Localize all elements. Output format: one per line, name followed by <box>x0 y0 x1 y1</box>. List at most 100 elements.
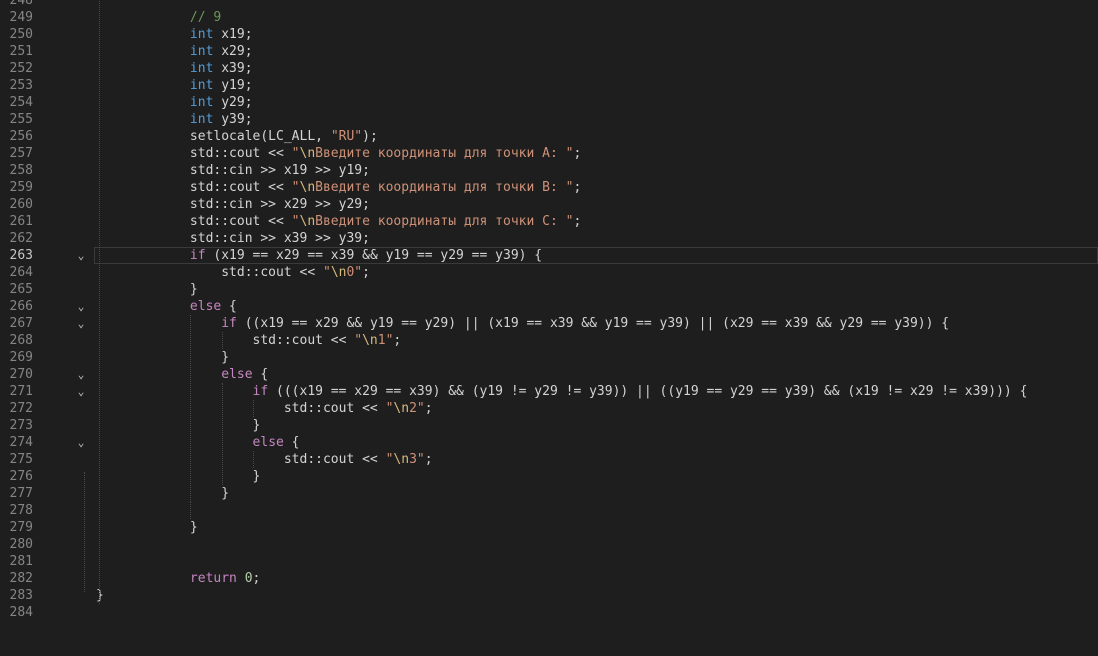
code-line[interactable]: 264 std::cout << "\n0"; <box>0 264 1098 281</box>
code-token: Введите координаты для точки B: " <box>315 180 574 195</box>
line-number: 275 <box>9 452 33 467</box>
line-number: 284 <box>9 605 33 620</box>
line-number: 265 <box>9 282 33 297</box>
code-text: int x39; <box>96 60 253 77</box>
code-line[interactable]: 272 std::cout << "\n2"; <box>0 400 1098 417</box>
code-line[interactable]: 251 int x29; <box>0 43 1098 60</box>
line-number: 271 <box>9 384 33 399</box>
fold-chevron-icon[interactable]: ⌄ <box>74 315 88 332</box>
code-token: int <box>189 78 214 93</box>
code-line[interactable]: 273 } <box>0 417 1098 434</box>
code-line[interactable]: 258 std::cin >> x19 >> y19; <box>0 162 1098 179</box>
indent-guide <box>190 502 191 519</box>
line-number: 263 <box>9 248 33 263</box>
line-number: 267 <box>9 316 33 331</box>
line-number: 255 <box>9 112 33 127</box>
code-line[interactable]: 280 <box>0 536 1098 553</box>
code-token: // 9 <box>96 10 222 25</box>
code-token: int <box>189 44 214 59</box>
code-line[interactable]: 255 int y39; <box>0 111 1098 128</box>
code-line[interactable]: 252 int x39; <box>0 60 1098 77</box>
code-token: \n <box>330 265 347 280</box>
code-text: int y39; <box>96 111 253 128</box>
code-line[interactable]: 283} <box>0 587 1098 604</box>
code-line[interactable]: 267 ⌄ if ((x19 == x29 && y19 == y29) || (… <box>0 315 1098 332</box>
line-number: 279 <box>9 520 33 535</box>
indent-guide <box>253 451 254 468</box>
code-line[interactable]: 277 } <box>0 485 1098 502</box>
code-token: std::cin >> x39 >> y39; <box>96 231 370 246</box>
fold-chevron-icon[interactable]: ⌄ <box>74 298 88 315</box>
code-token: std::cin >> x29 >> y29; <box>96 197 370 212</box>
code-text: if (x19 == x29 == x39 && y19 == y29 == y… <box>96 247 542 264</box>
code-line[interactable]: 263 ⌄ if (x19 == x29 == x39 && y19 == y29… <box>0 247 1098 264</box>
line-number: 268 <box>9 333 33 348</box>
code-text: int x19; <box>96 26 253 43</box>
code-line[interactable]: 274 ⌄ else { <box>0 434 1098 451</box>
code-token: ; <box>393 333 402 348</box>
fold-chevron-icon[interactable]: ⌄ <box>74 247 88 264</box>
code-line[interactable]: 249 // 9 <box>0 9 1098 26</box>
code-token: std::cout << <box>96 265 323 280</box>
fold-chevron-icon[interactable]: ⌄ <box>74 366 88 383</box>
fold-chevron-icon[interactable]: ⌄ <box>74 383 88 400</box>
code-line[interactable]: 276 } <box>0 468 1098 485</box>
code-token: 0" <box>346 265 363 280</box>
line-number: 283 <box>9 588 33 603</box>
code-token: " <box>354 333 363 348</box>
line-number: 254 <box>9 95 33 110</box>
code-token: { <box>221 299 237 314</box>
code-token: std::cout << <box>96 180 292 195</box>
code-token: y29; <box>213 95 253 110</box>
code-line[interactable]: 254 int y29; <box>0 94 1098 111</box>
code-token: ; <box>573 180 582 195</box>
fold-chevron-icon[interactable]: ⌄ <box>74 434 88 451</box>
code-text: } <box>96 417 261 434</box>
code-text: std::cin >> x29 >> y29; <box>96 196 370 213</box>
line-number: 282 <box>9 571 33 586</box>
code-token: y39; <box>213 112 253 127</box>
code-line[interactable]: 260 std::cin >> x29 >> y29; <box>0 196 1098 213</box>
code-line[interactable]: 284 <box>0 604 1098 621</box>
code-line[interactable]: 271 ⌄ if (((x19 == x29 == x39) && (y19 !=… <box>0 383 1098 400</box>
code-line[interactable]: 278 <box>0 502 1098 519</box>
line-number: 273 <box>9 418 33 433</box>
code-line[interactable]: 281 <box>0 553 1098 570</box>
code-line[interactable]: 256 setlocale(LC_ALL, "RU"); <box>0 128 1098 145</box>
code-token: std::cout << <box>96 452 386 467</box>
code-line[interactable]: 253 int y19; <box>0 77 1098 94</box>
code-line[interactable]: 279 } <box>0 519 1098 536</box>
code-editor[interactable]: 248 249 // 9 250 int x19; 251 int x29; 252 i… <box>0 0 1098 621</box>
code-line[interactable]: 261 std::cout << "\nВведите координаты д… <box>0 213 1098 230</box>
code-line[interactable]: 265 } <box>0 281 1098 298</box>
line-number: 269 <box>9 350 33 365</box>
code-token: x39; <box>213 61 253 76</box>
code-line[interactable]: 270 ⌄ else { <box>0 366 1098 383</box>
code-line[interactable]: 266 ⌄ else { <box>0 298 1098 315</box>
line-number: 274 <box>9 435 33 450</box>
code-line[interactable]: 250 int x19; <box>0 26 1098 43</box>
code-text: setlocale(LC_ALL, "RU"); <box>96 128 378 145</box>
code-token: \n <box>299 214 316 229</box>
code-text: std::cout << "\n3"; <box>96 451 433 468</box>
code-line[interactable]: 257 std::cout << "\nВведите координаты д… <box>0 145 1098 162</box>
code-token: setlocale(LC_ALL, <box>96 129 331 144</box>
code-line[interactable]: 269 } <box>0 349 1098 366</box>
code-text: return 0; <box>96 570 260 587</box>
indent-guide <box>99 0 100 604</box>
code-token: \n <box>393 452 410 467</box>
code-line[interactable]: 282 return 0; <box>0 570 1098 587</box>
code-token: (x19 == x29 == x39 && y19 == y29 == y39)… <box>205 248 543 263</box>
code-line[interactable]: 268 std::cout << "\n1"; <box>0 332 1098 349</box>
code-text: std::cin >> x39 >> y39; <box>96 230 370 247</box>
code-token: int <box>189 95 214 110</box>
code-line[interactable]: 262 std::cin >> x39 >> y39; <box>0 230 1098 247</box>
code-line[interactable]: 259 std::cout << "\nВведите координаты д… <box>0 179 1098 196</box>
code-line[interactable]: 248 <box>0 0 1098 9</box>
code-line[interactable]: 275 std::cout << "\n3"; <box>0 451 1098 468</box>
